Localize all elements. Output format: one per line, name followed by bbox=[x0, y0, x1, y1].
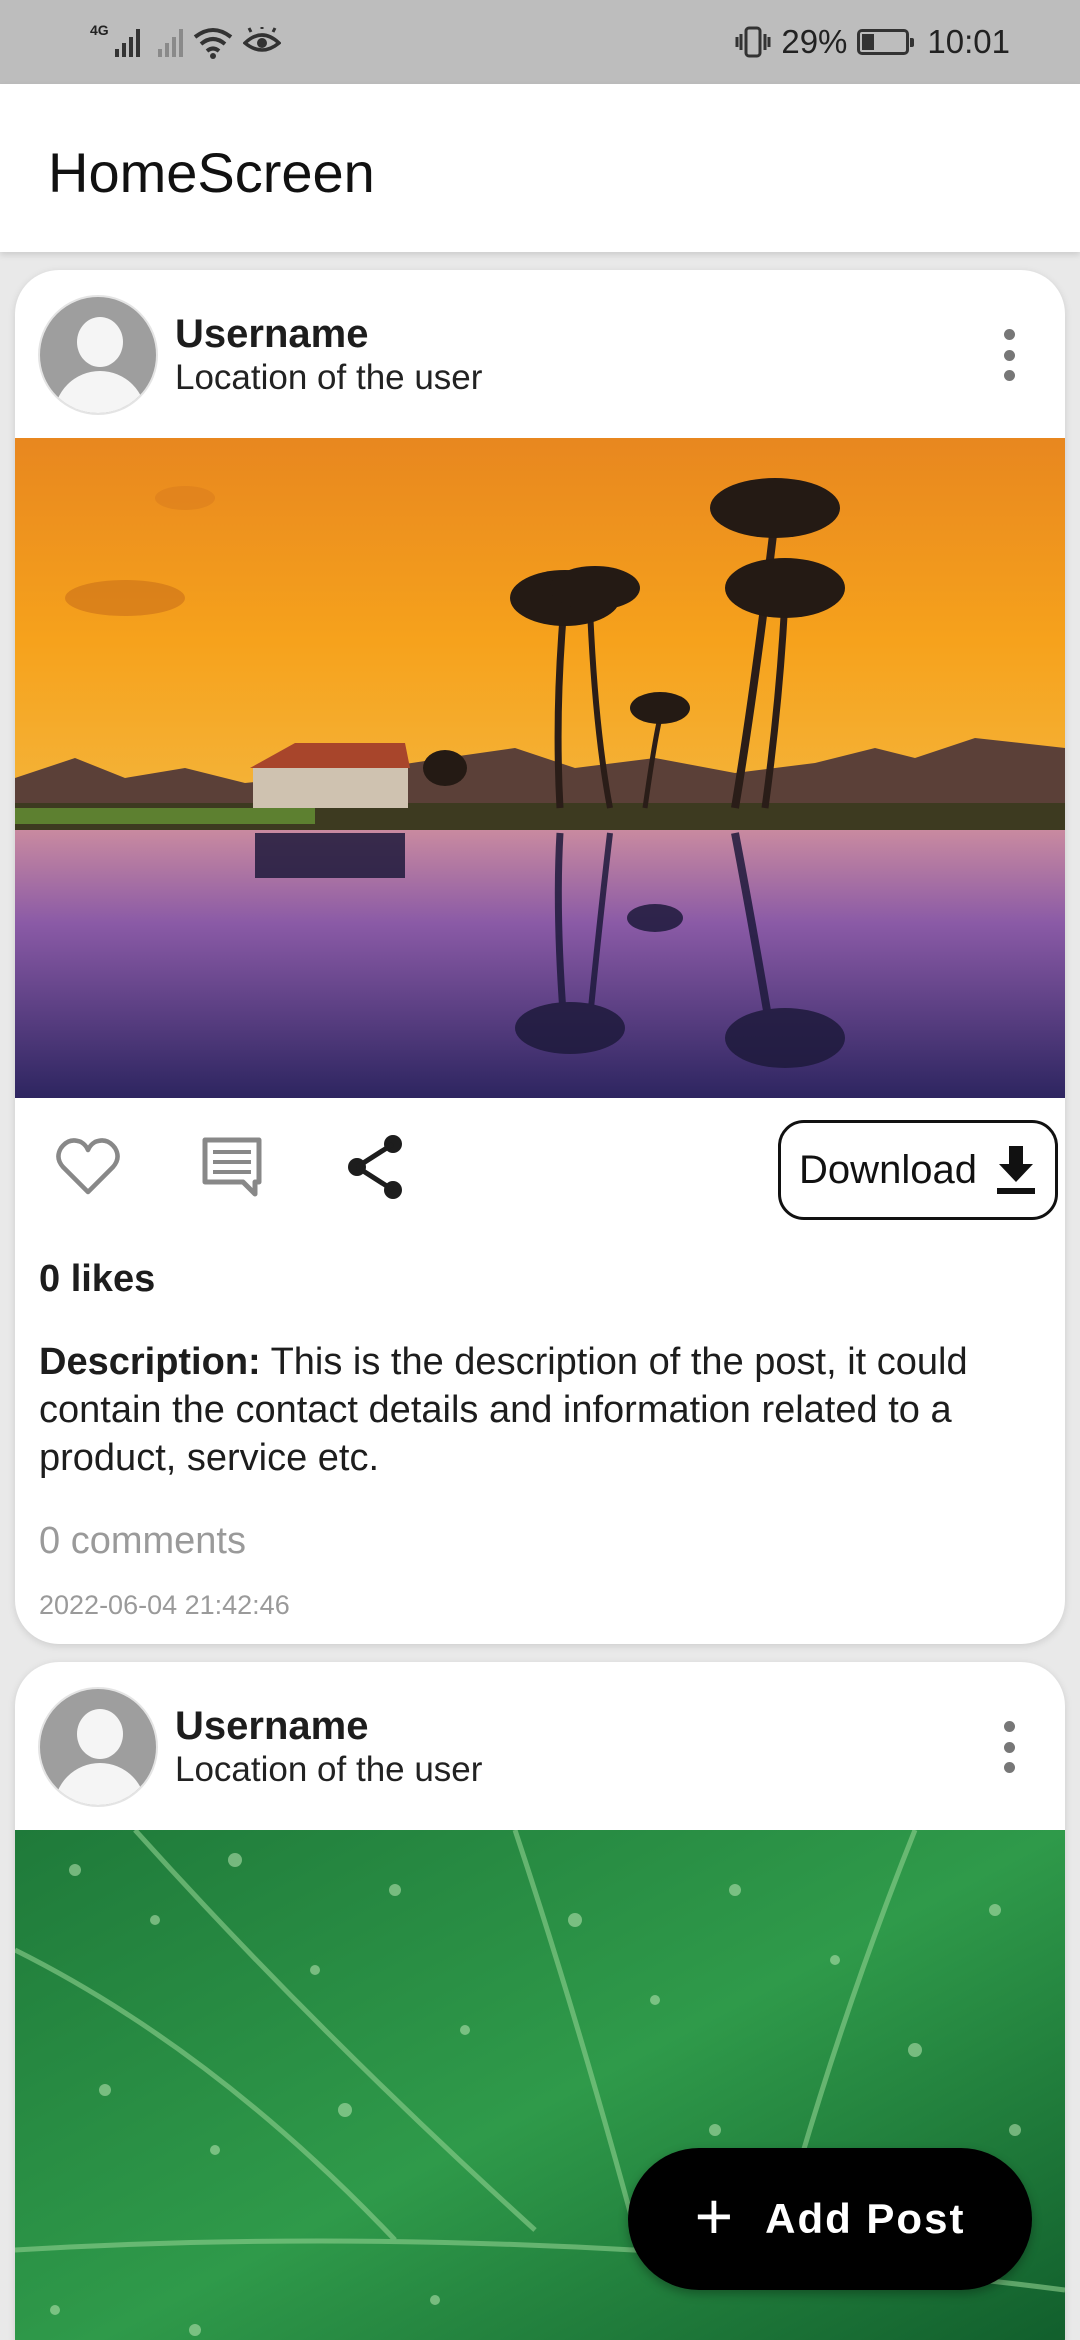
add-post-button[interactable]: + Add Post bbox=[628, 2148, 1032, 2290]
wifi-icon bbox=[193, 28, 232, 59]
post-timestamp: 2022-06-04 21:42:46 bbox=[39, 1590, 290, 1620]
avatar[interactable] bbox=[38, 295, 158, 415]
signal-icon bbox=[114, 27, 140, 57]
avatar[interactable] bbox=[38, 1687, 158, 1807]
post-feed[interactable]: Username Location of the user Download 0… bbox=[0, 252, 1080, 2340]
eye-icon bbox=[242, 27, 281, 52]
vibrate-icon bbox=[735, 26, 771, 58]
app-bar: HomeScreen bbox=[0, 84, 1080, 252]
more-options-icon[interactable] bbox=[989, 325, 1029, 385]
post-card: Username Location of the user bbox=[15, 270, 1065, 1644]
signal-2-icon bbox=[157, 27, 183, 57]
network-type: 4G bbox=[90, 22, 109, 38]
post-location: Location of the user bbox=[175, 1750, 483, 1789]
heart-icon[interactable] bbox=[53, 1132, 123, 1202]
clock: 10:01 bbox=[927, 23, 1010, 60]
plus-icon: + bbox=[694, 2179, 736, 2253]
sunset-palm-lake-photo bbox=[15, 438, 1065, 1098]
download-label: Download bbox=[799, 1147, 977, 1192]
status-right: 29% 10:01 bbox=[735, 20, 1010, 64]
battery-icon bbox=[857, 29, 915, 55]
post-username[interactable]: Username bbox=[175, 1704, 368, 1749]
comments-link[interactable]: 0 comments bbox=[39, 1520, 246, 1563]
post-location: Location of the user bbox=[175, 358, 483, 397]
share-icon[interactable] bbox=[343, 1132, 413, 1202]
post-image[interactable] bbox=[15, 438, 1065, 1098]
download-icon bbox=[996, 1146, 1035, 1194]
description-label: Description: bbox=[39, 1341, 261, 1383]
post-actions: Download bbox=[15, 1098, 1065, 1248]
post-username[interactable]: Username bbox=[175, 312, 368, 357]
add-post-label: Add Post bbox=[765, 2195, 966, 2242]
more-options-icon[interactable] bbox=[989, 1717, 1029, 1777]
post-description: Description: This is the description of … bbox=[39, 1338, 1039, 1482]
status-bar: 4G 29% 10:01 bbox=[0, 0, 1080, 84]
post-header: Username Location of the user bbox=[15, 270, 1065, 438]
likes-count: 0 likes bbox=[39, 1258, 156, 1300]
post-header: Username Location of the user bbox=[15, 1662, 1065, 1830]
page-title: HomeScreen bbox=[48, 141, 375, 204]
comment-icon[interactable] bbox=[197, 1132, 267, 1202]
status-left: 4G bbox=[90, 20, 281, 64]
battery-percent: 29% bbox=[781, 23, 848, 60]
download-button[interactable]: Download bbox=[778, 1120, 1058, 1220]
